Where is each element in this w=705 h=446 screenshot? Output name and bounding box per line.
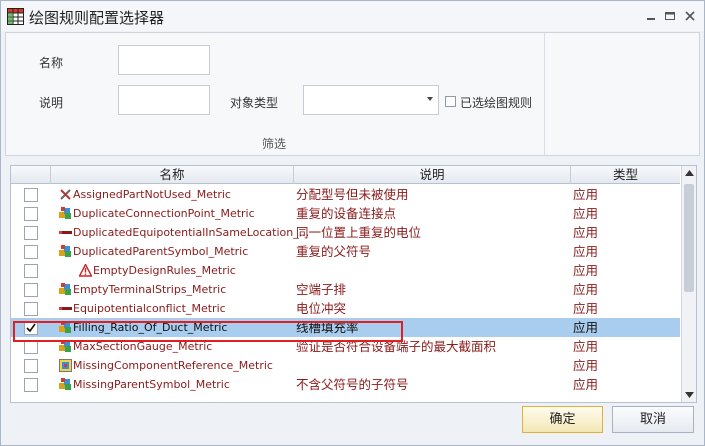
rule-type: 应用 — [573, 339, 599, 354]
row-checkbox[interactable] — [24, 207, 38, 221]
filter-group-label: 筛选 — [262, 137, 287, 151]
name-label: 名称 — [39, 56, 64, 70]
object-type-label: 对象类型 — [230, 96, 279, 110]
rule-name: DuplicatedParentSymbol_Metric — [73, 245, 249, 258]
row-checkbox[interactable] — [24, 283, 38, 297]
row-checkbox[interactable] — [24, 226, 38, 240]
rules-grid[interactable]: 名称 说明 类型 AssignedPartNotUsed_Metric 分配型号但… — [10, 165, 697, 403]
table-row[interactable]: DuplicateConnectionPoint_Metric 重复的设备连接点 应… — [11, 204, 680, 223]
rule-type: 应用 — [573, 187, 599, 202]
table-row[interactable]: Equipotentialconflict_Metric 电位冲突 应用 — [11, 299, 680, 318]
scroll-down-icon[interactable] — [685, 392, 694, 398]
minimize-icon[interactable] — [644, 9, 658, 23]
rule-type: 应用 — [573, 358, 599, 373]
header-name[interactable]: 名称 — [51, 166, 294, 184]
header-type[interactable]: 类型 — [571, 166, 680, 184]
rule-type: 应用 — [573, 320, 599, 335]
table-row[interactable]: EmptyTerminalStrips_Metric 空端子排 应用 — [11, 280, 680, 299]
rule-description: 分配型号但未被使用 — [296, 187, 409, 202]
rule-type: 应用 — [573, 244, 599, 259]
rule-description: 不含父符号的子符号 — [296, 377, 409, 392]
table-row[interactable]: DuplicatedEquipotentialInSameLocation_..… — [11, 223, 680, 242]
filter-panel: 名称 说明 对象类型 已选绘图规则 筛选 — [5, 32, 700, 156]
table-row[interactable]: DuplicatedParentSymbol_Metric 重复的父符号 应用 — [11, 242, 680, 261]
rule-type: 应用 — [573, 301, 599, 316]
rule-name: MissingParentSymbol_Metric — [73, 378, 230, 391]
table-grid-icon — [7, 8, 24, 25]
header-desc[interactable]: 说明 — [294, 166, 571, 184]
name-input[interactable] — [118, 45, 210, 75]
annotation-highlight-box — [13, 321, 403, 342]
close-icon[interactable] — [683, 9, 697, 23]
rule-description: 同一位置上重复的电位 — [296, 225, 422, 240]
table-row[interactable]: AssignedPartNotUsed_Metric 分配型号但未被使用 应用 — [11, 185, 680, 204]
row-checkbox[interactable] — [24, 264, 38, 278]
cubes-icon — [59, 378, 72, 391]
desc-input[interactable] — [118, 85, 210, 115]
cancel-button[interactable]: 取消 — [612, 406, 694, 433]
scrollbar-thumb[interactable] — [684, 184, 694, 292]
rule-type: 应用 — [573, 225, 599, 240]
header-checkbox-col — [11, 166, 51, 184]
table-row[interactable]: MissingComponentReference_Metric 应用 — [11, 356, 680, 375]
selected-only-label[interactable]: 已选绘图规则 — [460, 94, 532, 111]
rule-name: Equipotentialconflict_Metric — [73, 302, 226, 315]
rule-type: 应用 — [573, 263, 599, 278]
rule-type: 应用 — [573, 282, 599, 297]
rule-description: 电位冲突 — [296, 301, 347, 316]
row-checkbox[interactable] — [24, 340, 38, 354]
maximize-icon[interactable] — [663, 9, 677, 23]
row-checkbox[interactable] — [24, 188, 38, 202]
rule-description: 重复的设备连接点 — [296, 206, 397, 221]
rule-description: 空端子排 — [296, 282, 347, 297]
rule-name: MissingComponentReference_Metric — [73, 359, 273, 372]
grid-header: 名称 说明 类型 — [11, 166, 680, 184]
object-type-select[interactable] — [303, 85, 439, 115]
wire-icon — [59, 302, 72, 315]
rule-name: DuplicatedEquipotentialInSameLocation_..… — [73, 226, 310, 239]
scroll-up-icon[interactable] — [685, 170, 694, 176]
table-row[interactable]: EmptyDesignRules_Metric 应用 — [11, 261, 680, 280]
cubes-icon — [59, 245, 72, 258]
rule-name: DuplicateConnectionPoint_Metric — [73, 207, 255, 220]
title-bar: 绘图规则配置选择器 — [1, 1, 704, 31]
rule-selector-window: 绘图规则配置选择器 名称 说明 对象类型 已选绘图规则 筛选 名称 说明 类型 … — [0, 0, 705, 446]
component-icon — [59, 359, 72, 372]
selected-only-checkbox[interactable] — [445, 96, 456, 107]
rule-name: AssignedPartNotUsed_Metric — [73, 188, 231, 201]
tools-icon — [59, 188, 72, 201]
rule-description: 重复的父符号 — [296, 244, 372, 259]
warning-icon — [78, 262, 93, 277]
cubes-icon — [59, 207, 72, 220]
rule-name: EmptyDesignRules_Metric — [93, 264, 236, 277]
window-title: 绘图规则配置选择器 — [29, 9, 165, 27]
chevron-down-icon — [427, 97, 433, 101]
vertical-scrollbar[interactable] — [681, 166, 696, 402]
ok-button[interactable]: 确定 — [522, 406, 603, 433]
row-checkbox[interactable] — [24, 378, 38, 392]
row-checkbox[interactable] — [24, 359, 38, 373]
row-checkbox[interactable] — [24, 245, 38, 259]
desc-label: 说明 — [39, 96, 64, 110]
cubes-icon — [59, 283, 72, 296]
row-checkbox[interactable] — [24, 302, 38, 316]
rule-type: 应用 — [573, 377, 599, 392]
panel-divider — [544, 33, 545, 155]
rule-name: EmptyTerminalStrips_Metric — [73, 283, 227, 296]
table-row[interactable]: MissingParentSymbol_Metric 不含父符号的子符号 应用 — [11, 375, 680, 394]
wire-icon — [59, 226, 72, 239]
rule-type: 应用 — [573, 206, 599, 221]
